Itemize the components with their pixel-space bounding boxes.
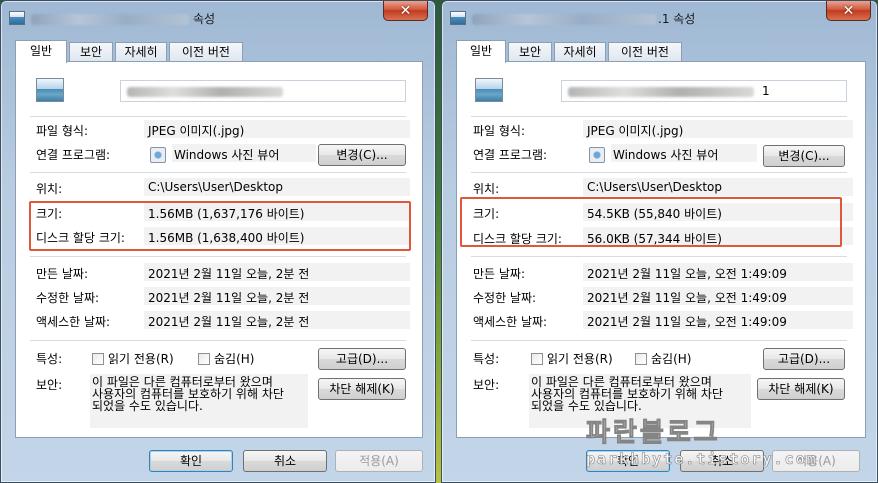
advanced-button[interactable]: 고급(D)... (318, 348, 406, 370)
open-with-value: Windows 사진 뷰어 (174, 148, 280, 162)
image-file-icon (36, 78, 64, 102)
modified-value: 2021년 2월 11일 오늘, 2분 전 (148, 291, 310, 305)
security-message: 이 파일은 다른 컴퓨터로부터 왔으며 사용자의 컴퓨터를 보호하기 위해 차단… (531, 376, 723, 412)
accessed-value: 2021년 2월 11일 오늘, 오전 1:49:09 (587, 315, 787, 329)
security-message-line: 되었을 수도 있습니다. (92, 399, 203, 413)
divider (471, 340, 847, 341)
modified-value: 2021년 2월 11일 오늘, 오전 1:49:09 (587, 291, 787, 305)
blurred-filename (127, 87, 283, 97)
tab-general[interactable]: 일반 (456, 40, 506, 63)
unblock-button[interactable]: 차단 해제(K) (318, 378, 406, 400)
location-label: 위치: (36, 182, 63, 196)
attributes-label: 특성: (473, 352, 500, 366)
security-message: 이 파일은 다른 컴퓨터로부터 왔으며 사용자의 컴퓨터를 보호하기 위해 차단… (92, 376, 284, 412)
image-file-icon (475, 78, 503, 102)
close-button[interactable]: ✕ (826, 1, 871, 21)
divider (30, 172, 406, 173)
readonly-checkbox[interactable]: 읽기 전용(R) (92, 350, 174, 367)
photo-viewer-icon (150, 147, 166, 163)
file-type-value: JPEG 이미지(.jpg) (148, 124, 245, 138)
accessed-label: 액세스한 날짜: (473, 315, 548, 329)
cancel-button[interactable]: 취소 (243, 450, 327, 472)
security-label: 보안: (36, 378, 63, 392)
hidden-label: 숨김(H) (651, 352, 692, 366)
readonly-checkbox[interactable]: 읽기 전용(R) (531, 350, 613, 367)
tab-previous-versions[interactable]: 이전 버전 (608, 42, 682, 62)
accessed-value: 2021년 2월 11일 오늘, 2분 전 (148, 315, 310, 329)
open-with-value: Windows 사진 뷰어 (613, 148, 719, 162)
watermark-url: parkhbyte.tistory.com (586, 450, 818, 469)
apply-button[interactable]: 적용(A) (335, 450, 423, 472)
title-bar[interactable]: .1 속성 ✕ (448, 1, 871, 29)
divider (471, 116, 847, 117)
created-value: 2021년 2월 11일 오늘, 오전 1:49:09 (587, 267, 787, 281)
divider (471, 172, 847, 173)
divider (30, 340, 406, 341)
photo-viewer-icon (589, 147, 605, 163)
change-button[interactable]: 변경(C)... (763, 145, 845, 167)
tab-details[interactable]: 자세히 (115, 42, 167, 62)
modified-label: 수정한 날짜: (473, 291, 537, 305)
general-panel: 파일 형식: JPEG 이미지(.jpg) 연결 프로그램: Windows 사… (15, 61, 423, 438)
tab-security[interactable]: 보안 (69, 42, 113, 62)
file-type-label: 파일 형식: (36, 124, 89, 138)
tab-general[interactable]: 일반 (15, 40, 67, 63)
general-panel: 1 파일 형식: JPEG 이미지(.jpg) 연결 프로그램: Windows… (456, 61, 866, 438)
modified-label: 수정한 날짜: (36, 291, 100, 305)
divider (471, 256, 847, 257)
file-name-field[interactable]: 1 (561, 80, 847, 102)
file-name-field[interactable] (120, 80, 406, 102)
window-title: 속성 (193, 12, 216, 26)
blurred-filename (31, 14, 189, 25)
tab-details[interactable]: 자세히 (554, 42, 606, 62)
close-button[interactable]: ✕ (383, 1, 428, 21)
security-label: 보안: (473, 378, 500, 392)
file-type-value: JPEG 이미지(.jpg) (587, 124, 684, 138)
open-with-label: 연결 프로그램: (473, 148, 548, 162)
file-type-label: 파일 형식: (473, 124, 526, 138)
accessed-label: 액세스한 날짜: (36, 315, 111, 329)
properties-dialog-left: 속성 ✕ 일반 보안 자세히 이전 버전 파일 형식: JPEG 이미지(.jp… (0, 0, 436, 483)
created-label: 만든 날짜: (36, 267, 89, 281)
location-label: 위치: (473, 182, 500, 196)
hidden-checkbox[interactable]: 숨김(H) (635, 350, 691, 367)
created-value: 2021년 2월 11일 오늘, 2분 전 (148, 267, 310, 281)
file-name-suffix: 1 (762, 84, 770, 98)
readonly-label: 읽기 전용(R) (108, 352, 174, 366)
attributes-label: 특성: (36, 352, 63, 366)
change-button[interactable]: 변경(C)... (318, 144, 406, 166)
tab-security[interactable]: 보안 (508, 42, 552, 62)
hidden-label: 숨김(H) (214, 352, 255, 366)
blurred-filename (472, 14, 656, 25)
location-value: C:\Users\User\Desktop (587, 180, 722, 194)
size-highlight-box (460, 197, 842, 247)
title-bar[interactable]: 속성 ✕ (7, 1, 429, 29)
open-with-label: 연결 프로그램: (36, 148, 111, 162)
size-highlight-box (29, 201, 411, 251)
advanced-button[interactable]: 고급(D)... (763, 348, 845, 370)
window-title: .1 속성 (658, 12, 696, 26)
ok-button[interactable]: 확인 (149, 450, 233, 472)
properties-dialog-right: .1 속성 ✕ 일반 보안 자세히 이전 버전 1 파일 형식: JPEG 이미… (441, 0, 878, 483)
created-label: 만든 날짜: (473, 267, 526, 281)
image-file-icon (9, 11, 25, 25)
security-message-line: 되었을 수도 있습니다. (531, 399, 642, 413)
blurred-filename (568, 87, 754, 97)
readonly-label: 읽기 전용(R) (547, 352, 613, 366)
watermark-title: 파란블로그 (586, 418, 721, 449)
hidden-checkbox[interactable]: 숨김(H) (198, 350, 254, 367)
divider (30, 116, 406, 117)
unblock-button[interactable]: 차단 해제(K) (757, 378, 845, 400)
tab-previous-versions[interactable]: 이전 버전 (169, 42, 243, 62)
location-value: C:\Users\User\Desktop (148, 180, 283, 194)
image-file-icon (450, 11, 466, 25)
divider (30, 256, 406, 257)
